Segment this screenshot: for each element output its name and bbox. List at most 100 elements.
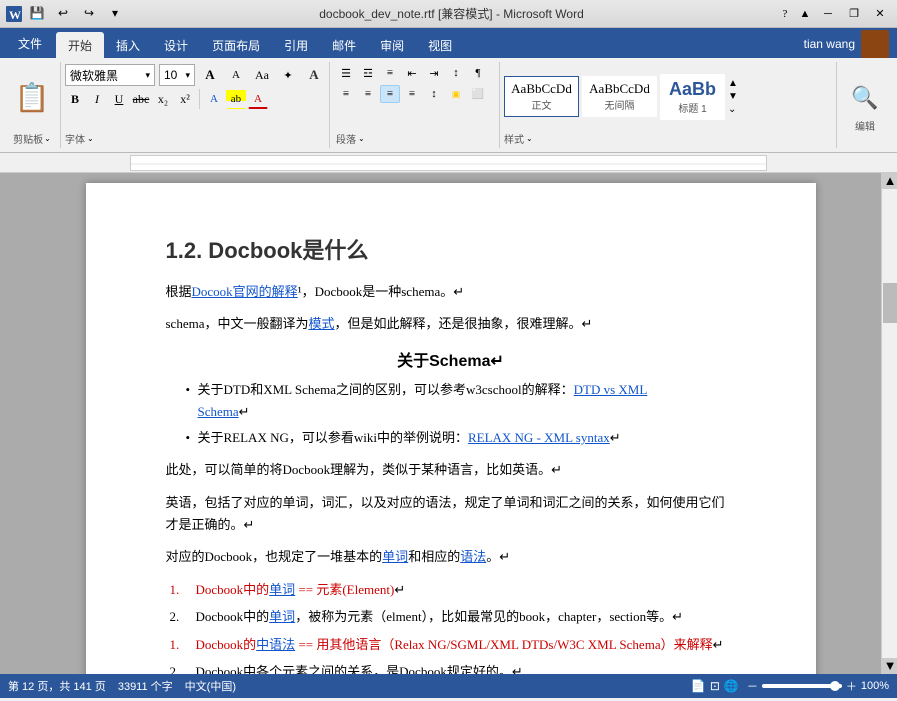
font-size-selector[interactable]: 10 ▾ bbox=[159, 64, 195, 86]
user-avatar bbox=[861, 30, 889, 58]
minimize-button[interactable]: ─ bbox=[817, 4, 839, 24]
subscript-button[interactable]: x₂ bbox=[153, 89, 173, 109]
text-highlight-button[interactable]: ab bbox=[226, 89, 246, 109]
style-heading1[interactable]: AaBb 标题 1 bbox=[660, 74, 725, 120]
change-case-button[interactable]: Aa bbox=[251, 64, 273, 86]
styles-more-icon[interactable]: ⌄ bbox=[728, 104, 738, 115]
tab-insert[interactable]: 插入 bbox=[104, 32, 152, 58]
styles-expand-icon[interactable]: ⌄ bbox=[526, 134, 533, 143]
tab-file[interactable]: 文件 bbox=[4, 28, 56, 58]
paragraph-expand-icon[interactable]: ⌄ bbox=[358, 134, 365, 143]
restore-button[interactable]: ❐ bbox=[843, 4, 865, 24]
zoom-controls: － ＋ 100% bbox=[747, 678, 889, 694]
editing-large-icon[interactable]: 🔍 bbox=[845, 78, 885, 118]
font-name-selector[interactable]: 微软雅黑 ▾ bbox=[65, 64, 155, 86]
underline-button[interactable]: U bbox=[109, 89, 129, 109]
mode-link[interactable]: 模式 bbox=[308, 316, 334, 331]
align-center-button[interactable]: ≡ bbox=[358, 85, 378, 103]
sort-button[interactable]: ↕ bbox=[446, 64, 466, 82]
scroll-thumb[interactable] bbox=[883, 283, 897, 323]
font-expand-icon[interactable]: ⌄ bbox=[87, 134, 94, 143]
align-justify-button[interactable]: ≡ bbox=[380, 85, 400, 103]
numbered-item-4: 2. Docbook中各个元素之间的关系，是Docbook规定好的。↵ bbox=[166, 660, 736, 674]
font-color-button[interactable]: A bbox=[248, 89, 268, 109]
web-view-icon[interactable]: 🌐 bbox=[724, 679, 739, 693]
num-3: 1. bbox=[170, 633, 188, 656]
bold-button[interactable]: B bbox=[65, 89, 85, 109]
clear-format-button[interactable]: ✦ bbox=[277, 64, 299, 86]
redo-icon[interactable]: ↪ bbox=[78, 3, 100, 25]
bg-color-button[interactable]: ▣ bbox=[446, 85, 466, 103]
show-marks-button[interactable]: ¶ bbox=[468, 64, 488, 82]
grammar-link-1[interactable]: 语法 bbox=[460, 549, 486, 564]
document-page: 1.2. Docbook是什么 根据Docook官网的解释¹，Docbook是一… bbox=[86, 183, 816, 674]
window-title: docbook_dev_note.rtf [兼容模式] - Microsoft … bbox=[126, 5, 777, 22]
tab-view[interactable]: 视图 bbox=[416, 32, 464, 58]
num-4: 2. bbox=[170, 660, 188, 674]
font-grow-button[interactable]: A bbox=[199, 64, 221, 86]
document-heading: 1.2. Docbook是什么 bbox=[166, 233, 736, 265]
word-logo-icon: W bbox=[6, 6, 22, 22]
line-spacing-button[interactable]: ↕ bbox=[424, 85, 444, 103]
list-number-button[interactable]: ☲ bbox=[358, 64, 378, 82]
text-effect-button[interactable]: A bbox=[204, 89, 224, 109]
align-right-button[interactable]: ≡ bbox=[402, 85, 422, 103]
word-count: 33911 个字 bbox=[118, 678, 173, 694]
tab-layout[interactable]: 页面布局 bbox=[200, 32, 272, 58]
style-normal[interactable]: AaBbCcDd 正文 bbox=[504, 76, 579, 117]
tab-mailings[interactable]: 邮件 bbox=[320, 32, 368, 58]
style-nospace[interactable]: AaBbCcDd 无间隔 bbox=[582, 76, 657, 117]
word-link-3[interactable]: 单词 bbox=[269, 609, 295, 624]
customize-icon[interactable]: ▾ bbox=[104, 3, 126, 25]
clipboard-expand-icon[interactable]: ⌄ bbox=[44, 134, 51, 143]
page-area[interactable]: 1.2. Docbook是什么 根据Docook官网的解释¹，Docbook是一… bbox=[20, 173, 881, 674]
grammar-link-2[interactable]: 中语法 bbox=[256, 637, 295, 652]
quick-save-icon[interactable]: 💾 bbox=[26, 3, 48, 25]
styles-down-icon[interactable]: ▼ bbox=[728, 91, 738, 102]
list-bullet-button[interactable]: ☰ bbox=[336, 64, 356, 82]
print-view-icon[interactable]: 📄 bbox=[691, 679, 706, 693]
dtd-vs-xml-link[interactable]: DTD vs XMLSchema bbox=[198, 382, 648, 419]
border-button[interactable]: ⬜ bbox=[468, 85, 488, 103]
status-right: 📄 ⊡ 🌐 － ＋ 100% bbox=[691, 678, 889, 694]
list-multilevel-button[interactable]: ≡ bbox=[380, 64, 400, 82]
align-left-button[interactable]: ≡ bbox=[336, 85, 356, 103]
relax-ng-link[interactable]: RELAX NG - XML syntax bbox=[468, 430, 610, 445]
tab-references[interactable]: 引用 bbox=[272, 32, 320, 58]
clipboard-label: 剪贴板 bbox=[13, 131, 43, 146]
vertical-scrollbar[interactable]: ▲ ▼ bbox=[881, 173, 897, 674]
document-view-icons: 📄 ⊡ 🌐 bbox=[691, 679, 739, 693]
indent-increase-button[interactable]: ⇥ bbox=[424, 64, 444, 82]
username: tian wang bbox=[804, 37, 855, 51]
bullet-item-2: 关于RELAX NG，可以参看wiki中的举例说明：RELAX NG - XML… bbox=[186, 427, 736, 449]
indent-decrease-button[interactable]: ⇤ bbox=[402, 64, 422, 82]
font-shrink-button[interactable]: A bbox=[225, 64, 247, 86]
strikethrough-button[interactable]: abc bbox=[131, 89, 151, 109]
ribbon-minimize-icon[interactable]: ▲ bbox=[797, 6, 813, 22]
scroll-down-button[interactable]: ▼ bbox=[882, 658, 897, 674]
text-style-A[interactable]: A bbox=[303, 64, 325, 86]
undo-icon[interactable]: ↩ bbox=[52, 3, 74, 25]
paragraph-2: schema，中文一般翻译为模式，但是如此解释，还是很抽象，很难理解。↵ bbox=[166, 313, 736, 335]
tab-review[interactable]: 审阅 bbox=[368, 32, 416, 58]
paragraph-1: 根据Docook官网的解释¹，Docbook是一种schema。↵ bbox=[166, 281, 736, 303]
styles-up-icon[interactable]: ▲ bbox=[728, 78, 738, 89]
scroll-up-button[interactable]: ▲ bbox=[882, 173, 897, 189]
close-button[interactable]: ✕ bbox=[869, 4, 891, 24]
tab-home[interactable]: 开始 bbox=[56, 32, 104, 58]
paste-button[interactable]: 📋 bbox=[10, 72, 54, 124]
fullscreen-view-icon[interactable]: ⊡ bbox=[710, 679, 720, 693]
zoom-in-icon[interactable]: ＋ bbox=[846, 678, 857, 694]
zoom-slider[interactable] bbox=[762, 684, 842, 688]
word-link-1[interactable]: 单词 bbox=[382, 549, 408, 564]
italic-button[interactable]: I bbox=[87, 89, 107, 109]
tab-design[interactable]: 设计 bbox=[152, 32, 200, 58]
help-icon[interactable]: ? bbox=[777, 6, 793, 22]
docook-link[interactable]: Docook官网的解释 bbox=[192, 284, 298, 299]
paragraph-5: 对应的Docbook，也规定了一堆基本的单词和相应的语法。↵ bbox=[166, 546, 736, 568]
word-link-2[interactable]: 单词 bbox=[269, 582, 295, 597]
zoom-out-icon[interactable]: － bbox=[747, 678, 758, 694]
superscript-button[interactable]: x² bbox=[175, 89, 195, 109]
num-2: 2. bbox=[170, 605, 188, 628]
scroll-track bbox=[882, 189, 897, 658]
